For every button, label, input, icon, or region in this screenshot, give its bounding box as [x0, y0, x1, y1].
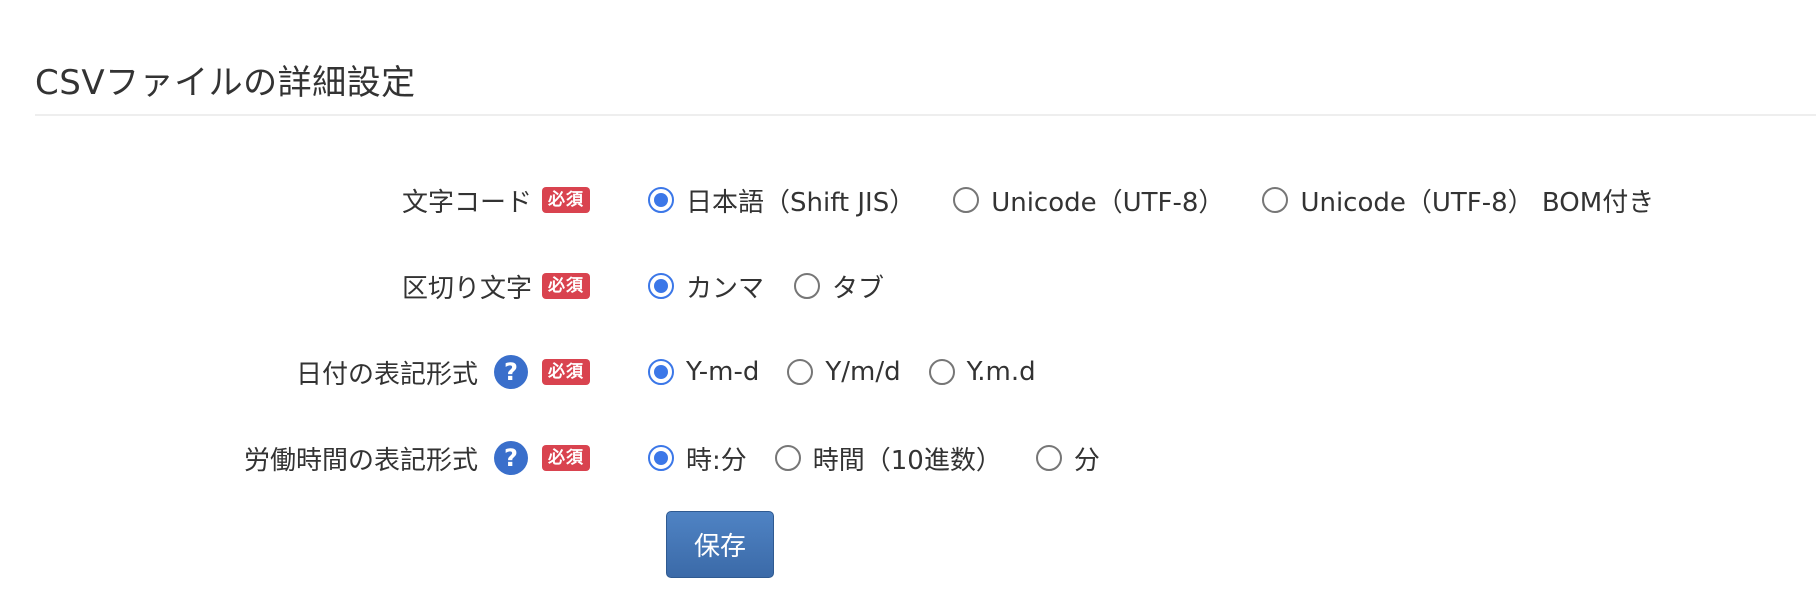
field-label-group: 日付の表記形式 ? 必須	[296, 349, 590, 395]
radio-button[interactable]	[787, 359, 814, 385]
radio-label: タブ	[832, 273, 885, 304]
form-row-date-format: 日付の表記形式 ? 必須 Y-m-d Y/m/d Y.m.d	[0, 349, 1816, 395]
radio-button-selected[interactable]	[648, 445, 674, 471]
help-icon[interactable]: ?	[494, 441, 528, 475]
field-label: 日付の表記形式	[295, 359, 478, 390]
page-title: CSVファイルの詳細設定	[35, 63, 416, 103]
radio-option-decimal-hours[interactable]: 時間（10進数）	[774, 440, 1002, 477]
radio-label: Y-m-d	[686, 357, 760, 387]
save-button[interactable]: 保存	[666, 511, 774, 578]
required-badge: 必須	[542, 273, 590, 299]
radio-group-date-format: Y-m-d Y/m/d Y.m.d	[648, 349, 1036, 395]
radio-option-utf8[interactable]: Unicode（UTF-8）	[953, 182, 1224, 219]
radio-option-y-m-d-slash[interactable]: Y/m/d	[787, 357, 901, 387]
radio-option-hour-minute[interactable]: 時:分	[648, 440, 747, 477]
radio-group-delimiter: カンマ タブ	[648, 263, 884, 309]
form-row-work-time-format: 労働時間の表記形式 ? 必須 時:分 時間（10進数） 分	[0, 435, 1816, 481]
radio-group-work-time-format: 時:分 時間（10進数） 分	[648, 435, 1100, 481]
radio-label: 時:分	[686, 445, 747, 476]
required-badge: 必須	[542, 359, 590, 385]
radio-option-minutes[interactable]: 分	[1035, 440, 1100, 477]
radio-label: 分	[1073, 445, 1100, 476]
radio-option-y-m-d-dash[interactable]: Y-m-d	[648, 357, 759, 387]
radio-option-utf8-bom[interactable]: Unicode（UTF-8） BOM付き	[1262, 182, 1654, 219]
field-label-group: 文字コード 必須	[402, 177, 590, 223]
radio-option-comma[interactable]: カンマ	[648, 268, 764, 305]
radio-group-character-code: 日本語（Shift JIS） Unicode（UTF-8） Unicode（UT…	[648, 177, 1654, 223]
field-label-group: 区切り文字 必須	[402, 263, 590, 309]
radio-label: Y.m.d	[966, 357, 1036, 387]
radio-option-shift-jis[interactable]: 日本語（Shift JIS）	[648, 182, 915, 219]
radio-label: Unicode（UTF-8）	[991, 187, 1225, 218]
title-divider	[35, 114, 1816, 116]
radio-button[interactable]	[1262, 187, 1289, 213]
radio-button[interactable]	[953, 187, 980, 213]
radio-label: Unicode（UTF-8） BOM付き	[1300, 187, 1655, 218]
form-row-delimiter: 区切り文字 必須 カンマ タブ	[0, 263, 1816, 309]
radio-label: Y/m/d	[825, 357, 901, 387]
radio-button[interactable]	[794, 273, 821, 299]
field-label: 文字コード	[401, 187, 532, 218]
radio-button-selected[interactable]	[648, 273, 674, 299]
radio-label: 日本語（Shift JIS）	[686, 187, 916, 218]
radio-button[interactable]	[1035, 445, 1062, 471]
radio-button[interactable]	[774, 445, 801, 471]
radio-button-selected[interactable]	[648, 187, 674, 213]
help-icon[interactable]: ?	[494, 355, 528, 389]
radio-button[interactable]	[928, 359, 955, 385]
radio-button-selected[interactable]	[648, 359, 674, 385]
radio-label: カンマ	[686, 273, 765, 304]
radio-label: 時間（10進数）	[812, 445, 1002, 476]
field-label: 労働時間の表記形式	[243, 445, 478, 476]
radio-option-tab[interactable]: タブ	[794, 268, 884, 305]
field-label: 区切り文字	[401, 273, 532, 304]
field-label-group: 労働時間の表記形式 ? 必須	[244, 435, 590, 481]
form-row-character-code: 文字コード 必須 日本語（Shift JIS） Unicode（UTF-8） U…	[0, 177, 1816, 223]
required-badge: 必須	[542, 187, 590, 213]
radio-option-y-m-d-dot[interactable]: Y.m.d	[928, 357, 1036, 387]
required-badge: 必須	[542, 445, 590, 471]
